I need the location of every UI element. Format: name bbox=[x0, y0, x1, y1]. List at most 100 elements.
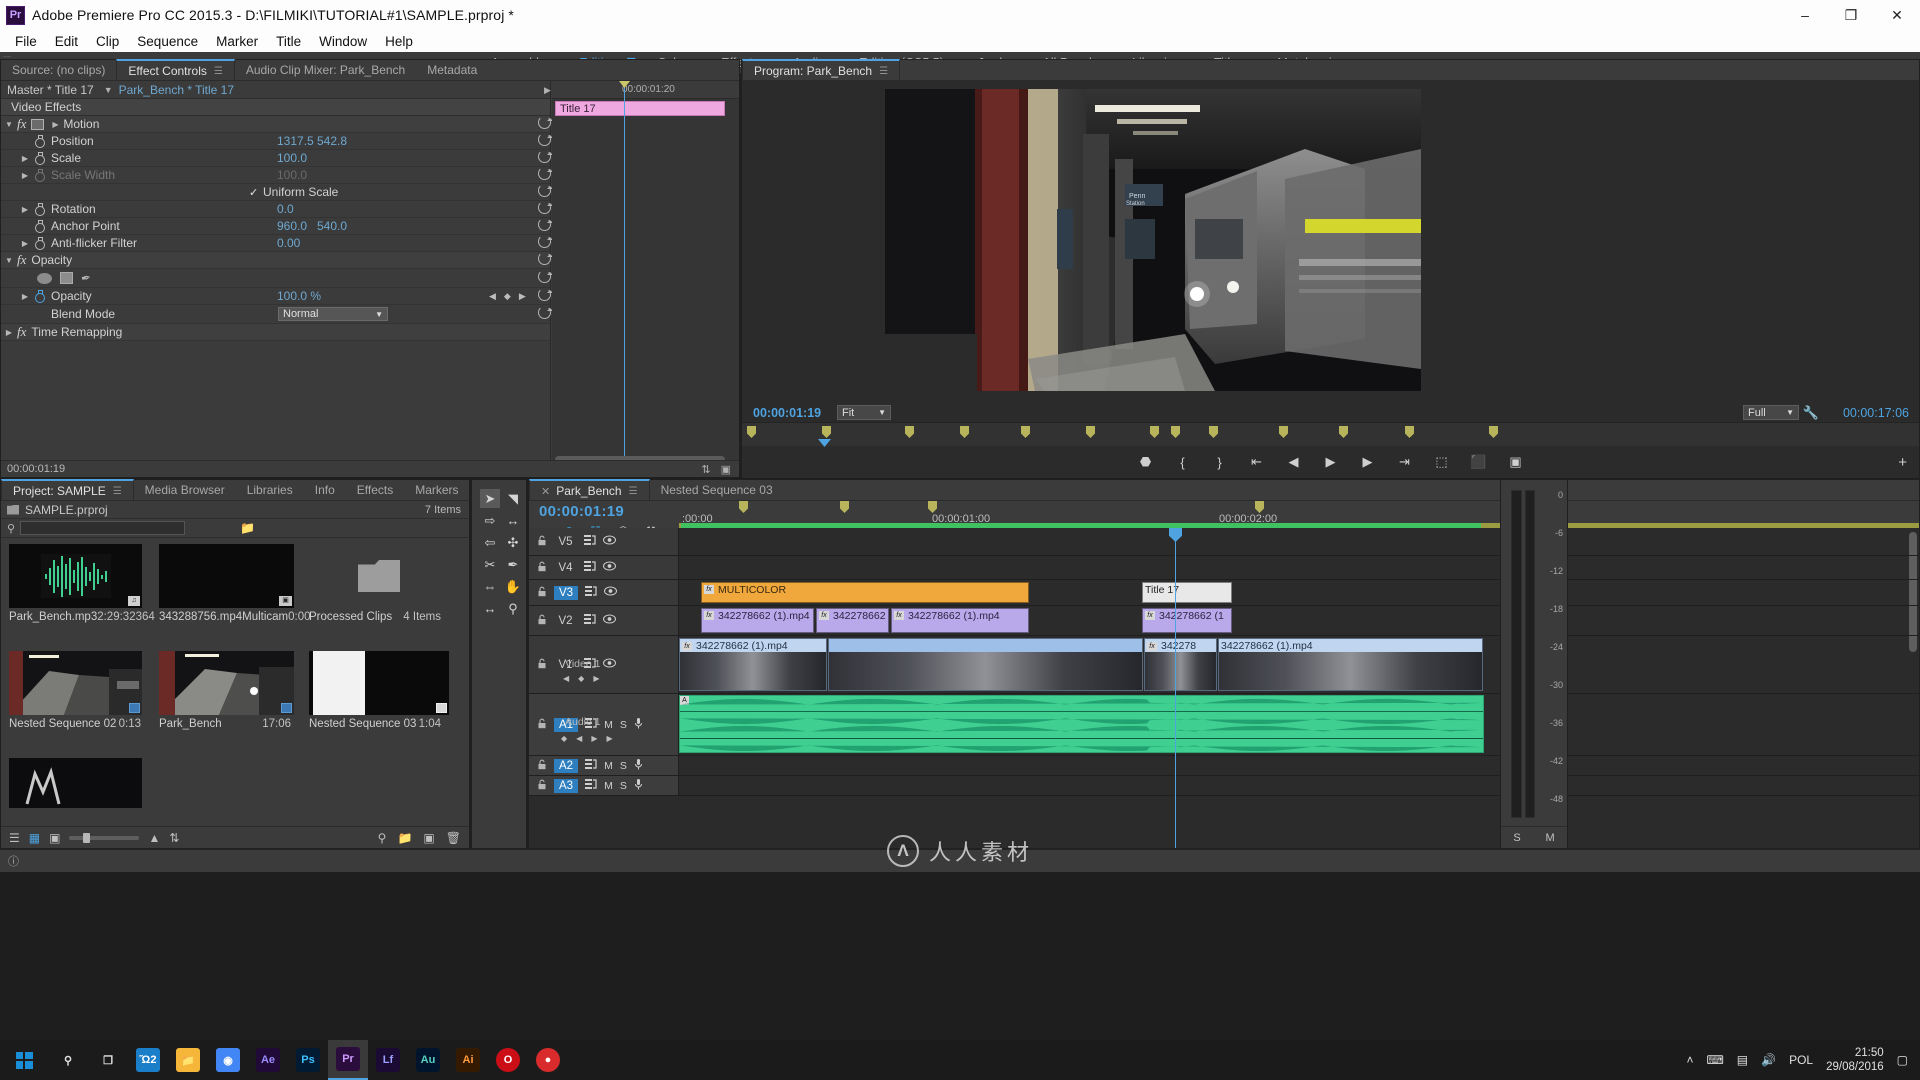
timeline-clip[interactable]: Title 17 bbox=[1142, 582, 1232, 603]
wrench-icon[interactable]: 🔧 bbox=[1803, 405, 1819, 421]
lock-icon[interactable] bbox=[537, 718, 547, 732]
track-select-forward-tool[interactable]: ⇨ bbox=[480, 511, 500, 530]
twirl-opacity-icon[interactable]: ▶ bbox=[17, 292, 33, 301]
close-icon[interactable]: ✕ bbox=[541, 485, 550, 498]
ripple-edit-tool[interactable]: ↔ bbox=[503, 511, 523, 530]
uniform-scale-checkbox[interactable]: ✓ bbox=[249, 186, 258, 199]
selection-tool[interactable]: ➤ bbox=[480, 489, 500, 508]
tab-source-no-clips[interactable]: Source: (no clips) bbox=[1, 60, 116, 80]
item-thumbnail[interactable]: ♫ bbox=[9, 544, 142, 608]
list-item[interactable]: Processed Clips 4 Items bbox=[309, 544, 449, 623]
property-blend-mode[interactable]: Blend Mode Normal ▼ bbox=[1, 305, 553, 324]
microphone-icon[interactable] bbox=[634, 717, 643, 732]
property-value[interactable]: 100.0 % bbox=[277, 289, 321, 303]
stopwatch-icon[interactable] bbox=[33, 202, 46, 216]
taskbar-prelude-icon[interactable]: Lf bbox=[368, 1040, 408, 1080]
menu-item-marker[interactable]: Marker bbox=[207, 32, 267, 51]
program-monitor-canvas[interactable]: Penn Station bbox=[742, 81, 1919, 403]
sequence-marker-icon[interactable] bbox=[928, 501, 937, 513]
track-content-a2[interactable] bbox=[679, 756, 1919, 775]
track-target-v2[interactable]: V2 bbox=[554, 615, 577, 627]
track-target-a3[interactable]: A3 bbox=[554, 778, 579, 793]
menu-item-clip[interactable]: Clip bbox=[87, 32, 128, 51]
eye-icon[interactable] bbox=[603, 614, 616, 627]
taskbar-illustrator-icon[interactable]: Ai bbox=[448, 1040, 488, 1080]
mark-in-button[interactable]: { bbox=[1173, 455, 1193, 470]
prev-keyframe-button[interactable]: ◀ bbox=[576, 734, 582, 743]
twirl-rotation-icon[interactable]: ▶ bbox=[17, 205, 33, 214]
sync-lock-icon[interactable] bbox=[585, 759, 597, 772]
pen-tool[interactable]: ✒ bbox=[503, 555, 523, 574]
minimize-button[interactable]: – bbox=[1782, 0, 1828, 30]
zoom-tool[interactable]: ⚲ bbox=[503, 599, 523, 618]
track-content-v2[interactable]: fx 342278662 (1).mp4 fx 342278662 fx 34227866… bbox=[679, 606, 1919, 635]
lock-icon[interactable] bbox=[537, 561, 547, 575]
list-item[interactable]: Park_Bench 17:06 bbox=[159, 651, 299, 730]
property-value-y[interactable]: 542.8 bbox=[317, 134, 347, 148]
tab-metadata[interactable]: Metadata bbox=[416, 60, 488, 80]
twirl-scale-icon[interactable]: ▶ bbox=[17, 154, 33, 163]
track-target-v5[interactable]: V5 bbox=[554, 536, 577, 548]
track-content-v3[interactable]: fx MULTICOLOR Title 17 bbox=[679, 580, 1919, 605]
program-monitor-ruler[interactable] bbox=[742, 422, 1919, 447]
property-anchor-point[interactable]: Anchor Point 960.0 540.0 bbox=[1, 218, 553, 235]
audio-clip[interactable]: A bbox=[679, 695, 1484, 753]
sequence-marker-icon[interactable] bbox=[1086, 426, 1095, 438]
lock-icon[interactable] bbox=[537, 614, 547, 628]
new-item-icon[interactable]: ▣ bbox=[423, 831, 434, 845]
start-button[interactable] bbox=[0, 1040, 48, 1080]
rate-stretch-tool[interactable]: ◥ bbox=[503, 489, 523, 508]
stopwatch-icon[interactable] bbox=[33, 151, 46, 165]
menu-item-help[interactable]: Help bbox=[376, 32, 422, 51]
ellipse-mask-icon[interactable] bbox=[37, 272, 52, 284]
prev-keyframe-button[interactable]: ◀ bbox=[563, 674, 569, 683]
pen-mask-icon[interactable]: ✒ bbox=[80, 270, 92, 286]
twirl-anti-flicker-icon[interactable]: ▶ bbox=[17, 239, 33, 248]
language-indicator[interactable]: POL bbox=[1789, 1053, 1813, 1067]
property-value-x[interactable]: 960.0 bbox=[277, 219, 307, 233]
solo-button[interactable]: S bbox=[620, 760, 627, 772]
tab-effects[interactable]: Effects bbox=[346, 480, 404, 500]
search-icon[interactable]: ⚲ bbox=[7, 522, 15, 535]
panel-collapse-icon[interactable]: ▶ bbox=[544, 85, 551, 96]
list-item[interactable]: Nested Sequence 02 0:13 bbox=[9, 651, 149, 730]
taskbar-file-explorer-icon[interactable]: 📁 bbox=[168, 1040, 208, 1080]
stopwatch-icon[interactable] bbox=[33, 289, 46, 303]
taskbar-store-icon[interactable]: Ὥ2 bbox=[128, 1040, 168, 1080]
maximize-button[interactable]: ❐ bbox=[1828, 0, 1874, 30]
timeline-clip[interactable] bbox=[828, 638, 1143, 691]
prev-keyframe-button[interactable]: ◀ bbox=[489, 291, 496, 302]
next-keyframe-button[interactable]: ▶ bbox=[593, 674, 599, 683]
property-value[interactable]: 0.0 bbox=[277, 202, 294, 216]
sync-lock-icon[interactable] bbox=[584, 614, 596, 627]
timeline-playhead[interactable] bbox=[1169, 528, 1182, 848]
property-value[interactable]: 0.00 bbox=[277, 236, 300, 250]
property-value-y[interactable]: 540.0 bbox=[317, 219, 347, 233]
new-bin-icon[interactable]: 📁 bbox=[240, 521, 255, 535]
taskbar-photoshop-icon[interactable]: Ps bbox=[288, 1040, 328, 1080]
mute-button[interactable]: M bbox=[604, 760, 613, 772]
effect-group-motion[interactable]: ▼ fx ▶ Motion bbox=[1, 116, 553, 133]
reset-blend-mode-button[interactable] bbox=[538, 306, 553, 322]
play-stop-button[interactable]: ▶ bbox=[1321, 454, 1341, 470]
step-back-button[interactable]: ◀ bbox=[1284, 454, 1304, 470]
taskbar-search-icon[interactable]: ⚲ bbox=[48, 1040, 88, 1080]
panel-menu-icon[interactable]: ☰ bbox=[113, 486, 122, 497]
sequence-marker-icon[interactable] bbox=[1339, 426, 1348, 438]
sequence-marker-icon[interactable] bbox=[747, 426, 756, 438]
find-icon[interactable]: ⚲ bbox=[378, 831, 387, 845]
effect-controls-timecode[interactable]: 00:00:01:19 bbox=[7, 463, 65, 475]
menu-item-title[interactable]: Title bbox=[267, 32, 310, 51]
item-thumbnail[interactable] bbox=[159, 651, 294, 715]
hand-tool[interactable]: ✋ bbox=[503, 577, 523, 596]
solo-button[interactable]: S bbox=[620, 780, 627, 792]
icon-view-icon[interactable]: ▦ bbox=[29, 831, 40, 845]
add-keyframe-button[interactable]: ◆ bbox=[561, 734, 567, 743]
effect-group-opacity[interactable]: ▼ fx Opacity bbox=[1, 252, 553, 269]
reset-uniform-scale-button[interactable] bbox=[538, 184, 553, 200]
tab-nested-sequence-03[interactable]: Nested Sequence 03 bbox=[650, 480, 784, 500]
reset-opacity-value-button[interactable] bbox=[538, 288, 553, 304]
effect-controls-playhead[interactable] bbox=[619, 81, 630, 459]
taskbar-premiere-pro-icon[interactable]: Pr bbox=[328, 1040, 368, 1080]
network-icon[interactable]: ▤ bbox=[1737, 1053, 1748, 1067]
